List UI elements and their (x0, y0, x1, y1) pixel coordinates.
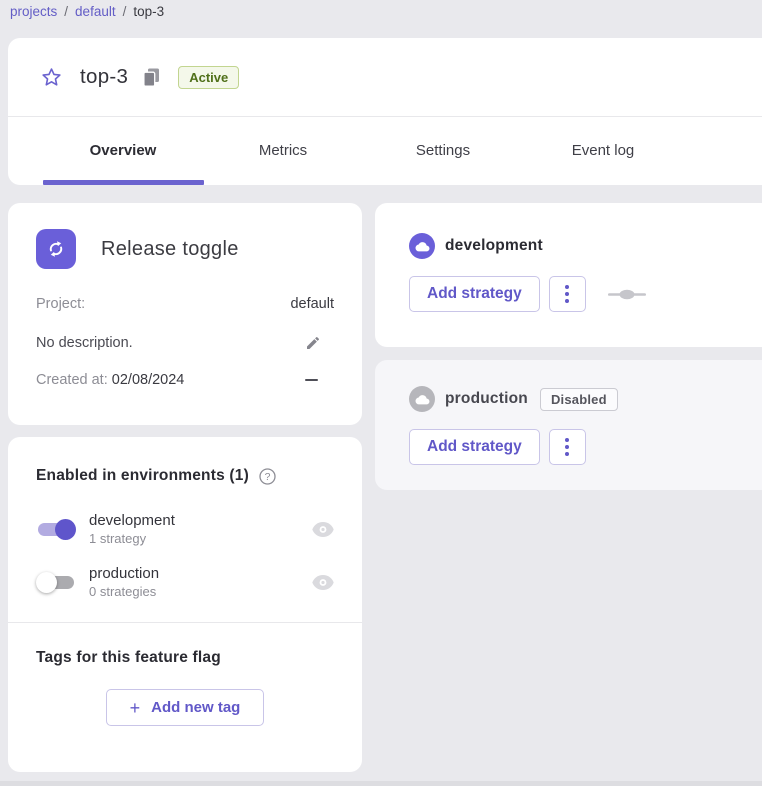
project-value: default (290, 296, 334, 312)
tab-event-log[interactable]: Event log (523, 142, 683, 159)
active-tab-indicator (43, 180, 204, 185)
flag-title-row: top-3 Active (8, 38, 762, 117)
environments-card: Enabled in environments (1) ? developmen… (8, 437, 362, 772)
flag-type-label: Release toggle (101, 238, 239, 261)
page-title: top-3 (80, 65, 128, 89)
collapse-minus-icon[interactable] (305, 379, 318, 382)
copy-name-icon[interactable] (143, 68, 160, 87)
add-strategy-button[interactable]: Add strategy (409, 429, 540, 465)
tags-title: Tags for this feature flag (36, 649, 334, 667)
environment-panel-name: development (445, 237, 543, 255)
strategy-connector-icon (608, 289, 646, 300)
development-toggle[interactable] (36, 518, 76, 540)
created-at-value: 02/08/2024 (112, 372, 185, 388)
release-toggle-icon (36, 229, 76, 269)
breadcrumb-default-link[interactable]: default (75, 4, 116, 19)
tab-metrics[interactable]: Metrics (203, 142, 363, 159)
disabled-badge: Disabled (540, 388, 618, 411)
help-icon[interactable]: ? (259, 468, 276, 485)
more-actions-kebab-button[interactable] (549, 276, 586, 312)
cloud-icon (409, 233, 435, 259)
bottom-strip (0, 781, 762, 786)
breadcrumb: projects / default / top-3 (10, 4, 164, 19)
environments-title: Enabled in environments (1) (36, 467, 249, 485)
card-divider (8, 622, 362, 623)
environment-panel-name: production (445, 390, 528, 408)
breadcrumb-projects-link[interactable]: projects (10, 4, 57, 19)
edit-description-icon[interactable] (305, 335, 321, 351)
cloud-icon (409, 386, 435, 412)
environment-strategy-count: 0 strategies (89, 584, 159, 599)
status-badge: Active (178, 66, 239, 89)
environment-name: production (89, 565, 159, 582)
production-environment-panel: production Disabled Add strategy (375, 360, 762, 490)
development-environment-panel: development Add strategy (375, 203, 762, 347)
visibility-eye-icon[interactable] (312, 575, 334, 590)
visibility-eye-icon[interactable] (312, 522, 334, 537)
created-at-label: Created at: (36, 372, 108, 388)
environment-row-production: production 0 strategies (36, 565, 334, 599)
more-actions-kebab-button[interactable] (549, 429, 586, 465)
breadcrumb-separator: / (123, 4, 127, 19)
add-strategy-button[interactable]: Add strategy (409, 276, 540, 312)
environment-row-development: development 1 strategy (36, 512, 334, 546)
tab-bar: Overview Metrics Settings Event log (8, 117, 762, 183)
add-new-tag-button[interactable]: + Add new tag (106, 689, 265, 726)
plus-icon: + (130, 701, 141, 715)
feature-flag-page: projects / default / top-3 top-3 Active … (0, 0, 762, 786)
favorite-star-icon[interactable] (40, 66, 63, 89)
project-label: Project: (36, 296, 85, 312)
svg-text:?: ? (265, 471, 271, 483)
flag-details-card: Release toggle Project: default No descr… (8, 203, 362, 425)
environment-name: development (89, 512, 175, 529)
breadcrumb-separator: / (64, 4, 68, 19)
tab-overview[interactable]: Overview (43, 142, 203, 159)
description-text: No description. (36, 335, 133, 351)
environment-strategy-count: 1 strategy (89, 531, 175, 546)
flag-header-card: top-3 Active Overview Metrics Settings E… (8, 38, 762, 185)
production-toggle[interactable] (36, 571, 76, 593)
breadcrumb-current: top-3 (133, 4, 164, 19)
tab-settings[interactable]: Settings (363, 142, 523, 159)
